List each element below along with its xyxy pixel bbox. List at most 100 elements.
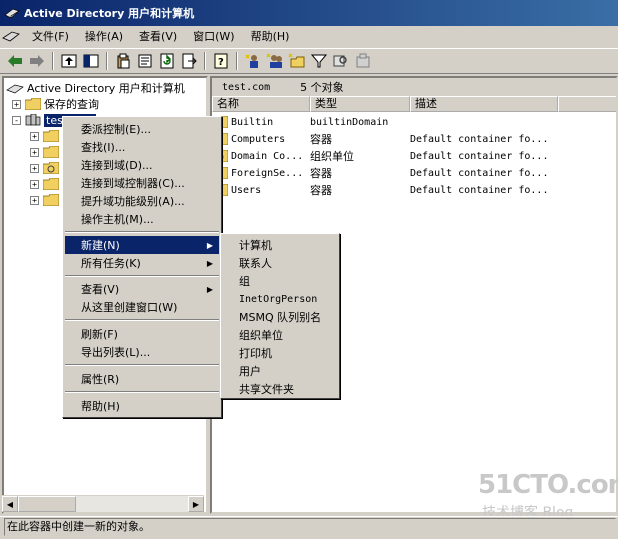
scroll-right-button[interactable]: ▶ (188, 496, 204, 512)
menu-view[interactable]: 查看(V) ▶ (65, 280, 219, 298)
menu-connect-dc[interactable]: 连接到域控制器(C)... (65, 174, 219, 192)
submenu-ou[interactable]: 组织单位 (223, 326, 337, 344)
tree-item-child[interactable]: + (30, 128, 62, 144)
expand-toggle[interactable]: + (30, 195, 39, 205)
menu-connect-domain[interactable]: 连接到域(D)... (65, 156, 219, 174)
menu-action[interactable]: 操作(A) (77, 28, 131, 44)
properties-button[interactable] (134, 50, 156, 72)
menu-new[interactable]: 新建(N) ▶ (65, 236, 219, 254)
menu-new-window[interactable]: 从这里创建窗口(W) (65, 298, 219, 316)
properties-icon (138, 54, 152, 68)
expand-toggle[interactable]: + (30, 163, 39, 173)
forward-arrow-icon (30, 55, 44, 67)
paste-button[interactable] (112, 50, 134, 72)
column-filler (558, 96, 616, 112)
list-item[interactable]: Users 容器 Default container fo... (212, 182, 610, 198)
menu-export-list[interactable]: 导出列表(L)... (65, 343, 219, 361)
menu-properties[interactable]: 属性(R) (65, 370, 219, 388)
help-button[interactable]: ? (210, 50, 232, 72)
submenu-shared-folder[interactable]: 共享文件夹 (223, 380, 337, 398)
menu-new-label: 新建(N) (81, 239, 120, 252)
toolbar: ? (0, 48, 618, 74)
menu-help[interactable]: 帮助(H) (65, 397, 219, 415)
list-item[interactable]: ForeignSe... 容器 Default container fo... (212, 165, 610, 181)
ad-root-icon (6, 84, 24, 94)
submenu-printer[interactable]: 打印机 (223, 344, 337, 362)
up-level-button[interactable] (58, 50, 80, 72)
new-ou-button[interactable] (286, 50, 308, 72)
folder-icon (25, 98, 41, 110)
new-ou-icon (288, 53, 305, 68)
expand-toggle[interactable]: + (30, 131, 39, 141)
find-button[interactable] (330, 50, 352, 72)
mmc-system-icon[interactable] (2, 28, 20, 44)
tree-item-child[interactable]: + (30, 192, 62, 208)
folder-icon (43, 194, 59, 206)
tree-item-child[interactable]: + (30, 160, 62, 176)
back-button[interactable] (4, 50, 26, 72)
show-tree-button[interactable] (80, 50, 102, 72)
column-name[interactable]: 名称 (212, 96, 310, 112)
filter-button[interactable] (308, 50, 330, 72)
menu-separator (65, 231, 219, 233)
export-list-button[interactable] (178, 50, 200, 72)
tree-item-saved-queries[interactable]: + 保存的查询 (12, 96, 99, 112)
menu-window[interactable]: 窗口(W) (185, 28, 242, 44)
menu-all-tasks[interactable]: 所有任务(K) ▶ (65, 254, 219, 272)
submenu-msmq-alias[interactable]: MSMQ 队列别名 (223, 308, 337, 326)
list-item[interactable]: Builtin builtinDomain (212, 114, 610, 130)
tree-item-child[interactable]: + (30, 176, 62, 192)
menu-delegate-control[interactable]: 委派控制(E)... (65, 120, 219, 138)
scroll-left-button[interactable]: ◀ (2, 496, 18, 512)
filter-icon (311, 54, 327, 68)
add-to-group-button[interactable] (352, 50, 374, 72)
submenu-arrow-icon: ▶ (206, 284, 213, 294)
item-description: Default container fo... (410, 167, 549, 179)
tree-horizontal-scrollbar[interactable]: ◀ ▶ (2, 495, 204, 512)
list-item[interactable]: Computers 容器 Default container fo... (212, 131, 610, 147)
forward-button[interactable] (26, 50, 48, 72)
menu-operations-masters[interactable]: 操作主机(M)... (65, 210, 219, 228)
submenu-user[interactable]: 用户 (223, 362, 337, 380)
menu-separator (65, 364, 219, 366)
expand-toggle[interactable]: + (30, 147, 39, 157)
menu-bar: 文件(F) 操作(A) 查看(V) 窗口(W) 帮助(H) (0, 26, 618, 46)
menu-view-label: 查看(V) (81, 283, 120, 296)
item-description: Default container fo... (410, 184, 549, 196)
object-count: 5 个对象 (300, 81, 344, 94)
back-arrow-icon (8, 55, 22, 67)
new-user-icon (245, 54, 258, 68)
menu-view[interactable]: 查看(V) (131, 28, 185, 44)
menu-find[interactable]: 查找(I)... (65, 138, 219, 156)
tree-root-label: Active Directory 用户和计算机 (27, 82, 185, 95)
tree-item-child[interactable]: + (30, 144, 62, 160)
item-description: Default container fo... (410, 133, 549, 145)
watermark-logo: 51CTO.com (478, 470, 618, 500)
window-title: Active Directory 用户和计算机 (24, 7, 195, 20)
refresh-button[interactable] (156, 50, 178, 72)
item-name: Computers (231, 133, 286, 145)
submenu-contact[interactable]: 联系人 (223, 254, 337, 272)
expand-toggle[interactable]: + (30, 179, 39, 189)
column-description[interactable]: 描述 (410, 96, 558, 112)
status-text: 在此容器中创建一新的对象。 (4, 517, 616, 536)
new-user-button[interactable] (242, 50, 264, 72)
expand-toggle[interactable]: + (12, 99, 21, 109)
menu-help[interactable]: 帮助(H) (243, 28, 298, 44)
status-bar: 在此容器中创建一新的对象。 (0, 516, 618, 536)
submenu-group[interactable]: 组 (223, 272, 337, 290)
menu-refresh[interactable]: 刷新(F) (65, 325, 219, 343)
tree-root[interactable]: Active Directory 用户和计算机 (6, 80, 185, 96)
toolbar-separator (236, 52, 238, 70)
submenu-inetorgperson[interactable]: InetOrgPerson (223, 290, 337, 308)
collapse-toggle[interactable]: - (12, 115, 21, 125)
new-group-button[interactable] (264, 50, 286, 72)
submenu-computer[interactable]: 计算机 (223, 236, 337, 254)
list-item[interactable]: Domain Co... 组织单位 Default container fo..… (212, 148, 610, 164)
menu-raise-level[interactable]: 提升域功能级别(A)... (65, 192, 219, 210)
scroll-thumb[interactable] (18, 496, 76, 512)
column-type[interactable]: 类型 (310, 96, 410, 112)
item-type: 容器 (310, 184, 332, 197)
svg-text:?: ? (218, 57, 224, 68)
menu-file[interactable]: 文件(F) (24, 28, 77, 44)
